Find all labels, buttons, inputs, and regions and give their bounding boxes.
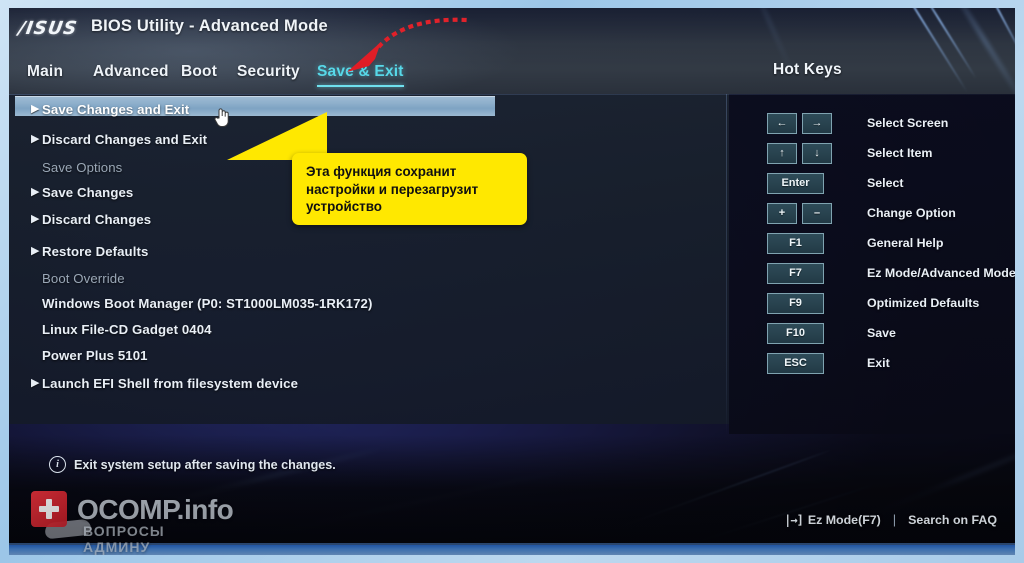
menu-item-label: Boot Override (42, 270, 125, 286)
link-separator: | (892, 512, 897, 527)
menu-item[interactable]: ▶ Discard Changes (9, 208, 151, 230)
hot-key-label: Ez Mode/Advanced Mode (867, 266, 1015, 280)
tab-bar: Main Advanced Boot Security Save & Exit (9, 63, 729, 95)
keycap: F9 (767, 292, 824, 314)
submenu-arrow-icon: ▶ (31, 132, 40, 145)
keycap: F1 (767, 232, 824, 254)
submenu-arrow-icon: ▶ (31, 376, 40, 389)
hot-key-row: ← → Select Screen (767, 108, 948, 138)
search-on-faq-label: Search on FAQ (908, 512, 997, 527)
menu-item-label: Discard Changes and Exit (42, 131, 208, 147)
menu-item-label: Windows Boot Manager (P0: ST1000LM035-1R… (42, 295, 373, 311)
submenu-arrow-icon: ▶ (31, 102, 40, 115)
submenu-arrow-icon: ▶ (31, 185, 40, 198)
hot-keys-title: Hot Keys (773, 61, 842, 78)
hot-key-label: Change Option (867, 206, 956, 220)
keycap: F7 (767, 262, 824, 284)
ez-mode-button[interactable]: |→] Ez Mode(F7) (784, 513, 881, 527)
status-help-line: i Exit system setup after saving the cha… (49, 456, 336, 473)
menu-item-label: Discard Changes (42, 211, 152, 227)
title-bar: /ISUS BIOS Utility - Advanced Mode (9, 8, 1015, 52)
menu-item[interactable]: ▶ Save Changes and Exit (9, 98, 189, 120)
asus-logo: /ISUS (16, 18, 80, 39)
hot-keys-panel: Hot Keys ← → Select Screen ↑ ↓ Select Item Ent… (727, 61, 1015, 434)
status-help-text: Exit system setup after saving the chang… (74, 457, 336, 472)
ez-mode-label: Ez Mode(F7) (807, 512, 881, 527)
hot-key-row: F1 General Help (767, 228, 943, 258)
site-watermark: OCOMP.info ВОПРОСЫ АДМИНУ (31, 485, 234, 555)
menu-item-label: Save Options (42, 159, 123, 175)
menu-item-label: Power Plus 5101 (42, 347, 148, 363)
menu-item-label: Restore Defaults (42, 243, 149, 259)
hot-key-label: Select Item (867, 146, 933, 160)
hot-key-caps: ← → (767, 112, 867, 134)
save-exit-menu: ▶ Save Changes and Exit ▶ Discard Changes a… (9, 94, 726, 424)
ez-mode-icon: |→] (784, 512, 804, 527)
medical-cross-icon (31, 491, 67, 527)
hot-key-label: Exit (867, 356, 890, 370)
keycap: → (802, 112, 832, 134)
hot-key-caps: Enter (767, 172, 867, 194)
tab-security[interactable]: Security (237, 63, 300, 81)
search-on-faq-button[interactable]: Search on FAQ (908, 513, 997, 527)
keycap: + (767, 202, 797, 224)
keycap: – (802, 202, 832, 224)
hot-key-row: Enter Select (767, 168, 904, 198)
menu-item-label: Linux File-CD Gadget 0404 (42, 321, 212, 337)
keycap: ESC (767, 352, 824, 374)
annotation-callout-text: Эта функция сохранит настройки и перезаг… (306, 164, 479, 214)
hot-key-row: + – Change Option (767, 198, 956, 228)
hot-key-label: Select (867, 176, 904, 190)
page-title: BIOS Utility - Advanced Mode (91, 17, 328, 35)
tab-advanced[interactable]: Advanced (93, 63, 169, 81)
hot-key-caps: + – (767, 202, 867, 224)
tab-main[interactable]: Main (27, 63, 63, 81)
menu-item[interactable]: ▶ Launch EFI Shell from filesystem device (9, 372, 298, 394)
hot-key-row: F7 Ez Mode/Advanced Mode (767, 258, 1015, 288)
hot-key-caps: F9 (767, 292, 867, 314)
keycap: ↓ (802, 142, 832, 164)
hot-key-caps: ESC (767, 352, 867, 374)
menu-item-label: Launch EFI Shell from filesystem device (42, 375, 299, 391)
bottom-link-bar: |→] Ez Mode(F7) | Search on FAQ (784, 512, 997, 527)
hot-key-caps: F1 (767, 232, 867, 254)
keycap: ← (767, 112, 797, 134)
menu-item[interactable]: ▶ Restore Defaults (9, 240, 148, 262)
keycap: ↑ (767, 142, 797, 164)
keycap: F10 (767, 322, 824, 344)
menu-section-header: ▶Save Options (9, 156, 122, 178)
hot-key-label: General Help (867, 236, 944, 250)
hot-key-row: ESC Exit (767, 348, 890, 378)
menu-item[interactable]: ▶Linux File-CD Gadget 0404 (9, 318, 212, 340)
bios-screen: /ISUS BIOS Utility - Advanced Mode Main A… (9, 8, 1015, 555)
hot-key-caps: F7 (767, 262, 867, 284)
menu-item[interactable]: ▶Power Plus 5101 (9, 344, 148, 366)
menu-item[interactable]: ▶ Save Changes (9, 181, 133, 203)
keycap: Enter (767, 172, 824, 194)
watermark-subtitle: ВОПРОСЫ АДМИНУ (83, 523, 165, 555)
watermark-name: OCOMP.info (77, 494, 234, 525)
menu-section-header: ▶Boot Override (9, 267, 125, 289)
menu-item[interactable]: ▶Windows Boot Manager (P0: ST1000LM035-1… (9, 292, 372, 314)
hot-key-row: F10 Save (767, 318, 896, 348)
hot-key-row: ↑ ↓ Select Item (767, 138, 932, 168)
hot-key-label: Select Screen (867, 116, 949, 130)
hot-key-caps: F10 (767, 322, 867, 344)
hot-key-row: F9 Optimized Defaults (767, 288, 979, 318)
menu-item-label: Save Changes and Exit (42, 101, 190, 117)
hot-key-label: Save (867, 326, 896, 340)
annotation-callout: Эта функция сохранит настройки и перезаг… (292, 153, 527, 225)
tab-boot[interactable]: Boot (181, 63, 217, 81)
info-icon: i (49, 456, 66, 473)
hot-key-label: Optimized Defaults (867, 296, 980, 310)
menu-item-label: Save Changes (42, 184, 134, 200)
photo-frame: /ISUS BIOS Utility - Advanced Mode Main A… (0, 0, 1024, 563)
hot-key-caps: ↑ ↓ (767, 142, 867, 164)
menu-item[interactable]: ▶ Discard Changes and Exit (9, 128, 207, 150)
tab-save-exit[interactable]: Save & Exit (317, 63, 404, 87)
submenu-arrow-icon: ▶ (31, 244, 40, 257)
submenu-arrow-icon: ▶ (31, 212, 40, 225)
